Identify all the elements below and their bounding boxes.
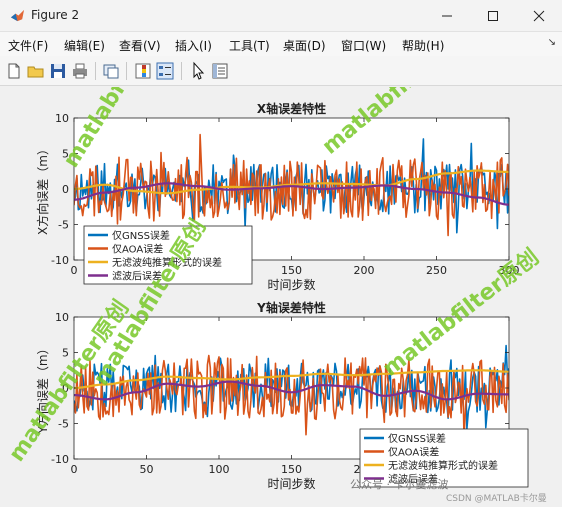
print-icon (73, 63, 87, 79)
open-icon (27, 66, 44, 78)
menu-help[interactable]: 帮助(H) (402, 37, 444, 54)
menu-view[interactable]: 查看(V) (119, 37, 161, 54)
save-button[interactable] (48, 61, 68, 81)
toolbar-separator (181, 62, 182, 80)
legend-entry: 仅GNSS误差 (112, 229, 170, 242)
x-tick-label: 100 (209, 463, 230, 476)
toolbar-separator (126, 62, 127, 80)
y-tick-label: -5 (58, 219, 69, 232)
figure-canvas: X轴误差特性050100150200250300-10-50510时间步数X方向… (0, 87, 562, 507)
toolbar-separator (95, 62, 96, 80)
x-axis-label: 时间步数 (267, 476, 315, 491)
pointer-button[interactable] (188, 61, 208, 81)
menu-file[interactable]: 文件(F) (8, 37, 48, 54)
legend-entry: 仅AOA误差 (388, 446, 439, 459)
credit-wechat: 公众号 · 卡尔曼滤波 (350, 478, 449, 491)
close-button[interactable] (516, 0, 562, 32)
pointer-icon (193, 61, 205, 80)
matlab-logo-icon (10, 9, 25, 22)
insert-legend-button[interactable] (155, 61, 175, 81)
insert-colorbar-button[interactable] (133, 61, 153, 81)
y-tick-label: 10 (55, 311, 69, 324)
minimize-button[interactable] (424, 0, 470, 32)
close-icon (533, 10, 545, 22)
menu-bar: 文件(F) 编辑(E) 查看(V) 插入(I) 工具(T) 桌面(D) 窗口(W… (0, 32, 562, 56)
title-bar: Figure 2 (0, 0, 562, 32)
menu-edit[interactable]: 编辑(E) (64, 37, 105, 54)
credit-csdn: CSDN @MATLAB卡尔曼 (446, 492, 547, 504)
property-editor-button[interactable] (210, 61, 230, 81)
legend-entry: 无滤波纯推算形式的误差 (388, 459, 498, 472)
y-tick-label: -10 (51, 453, 69, 466)
x-tick-label: 50 (140, 463, 154, 476)
window-title: Figure 2 (31, 8, 80, 22)
maximize-button[interactable] (470, 0, 516, 32)
maximize-icon (488, 11, 498, 21)
save-icon (51, 64, 65, 78)
menu-window[interactable]: 窗口(W) (341, 37, 386, 54)
x-tick-label: 150 (281, 264, 302, 277)
legend-entry: 仅GNSS误差 (388, 432, 446, 445)
menu-overflow-icon[interactable]: ↘ (548, 37, 556, 48)
minimize-icon (442, 15, 452, 17)
x-axis-label: 时间步数 (267, 277, 315, 292)
axes-title: Y轴误差特性 (256, 300, 326, 315)
legend-entry: 仅AOA误差 (112, 243, 163, 256)
open-button[interactable] (26, 61, 46, 81)
link-button[interactable] (101, 61, 121, 81)
menu-desktop[interactable]: 桌面(D) (283, 37, 326, 54)
y-tick-label: 0 (62, 183, 69, 196)
print-button[interactable] (70, 61, 90, 81)
x-tick-label: 250 (426, 264, 447, 277)
x-tick-label: 0 (71, 264, 78, 277)
menu-tools[interactable]: 工具(T) (229, 37, 270, 54)
y-tick-label: -5 (58, 418, 69, 431)
insert-legend-icon (156, 62, 174, 80)
y-tick-label: 10 (55, 112, 69, 125)
y-tick-label: -10 (51, 254, 69, 267)
figure-plots: X轴误差特性050100150200250300-10-50510时间步数X方向… (4, 87, 547, 504)
axes-title: X轴误差特性 (257, 101, 326, 116)
toolbar (0, 56, 562, 86)
new-figure-icon (8, 63, 20, 79)
new-figure-button[interactable] (4, 61, 24, 81)
x-tick-label: 200 (354, 264, 375, 277)
y-axis-label: X方向误差（m） (35, 143, 50, 235)
x-tick-label: 150 (281, 463, 302, 476)
property-editor-icon (212, 63, 228, 79)
x-tick-label: 0 (71, 463, 78, 476)
menu-insert[interactable]: 插入(I) (175, 37, 212, 54)
insert-colorbar-icon (135, 63, 151, 79)
y-tick-label: 5 (62, 347, 69, 360)
link-icon (103, 64, 119, 79)
